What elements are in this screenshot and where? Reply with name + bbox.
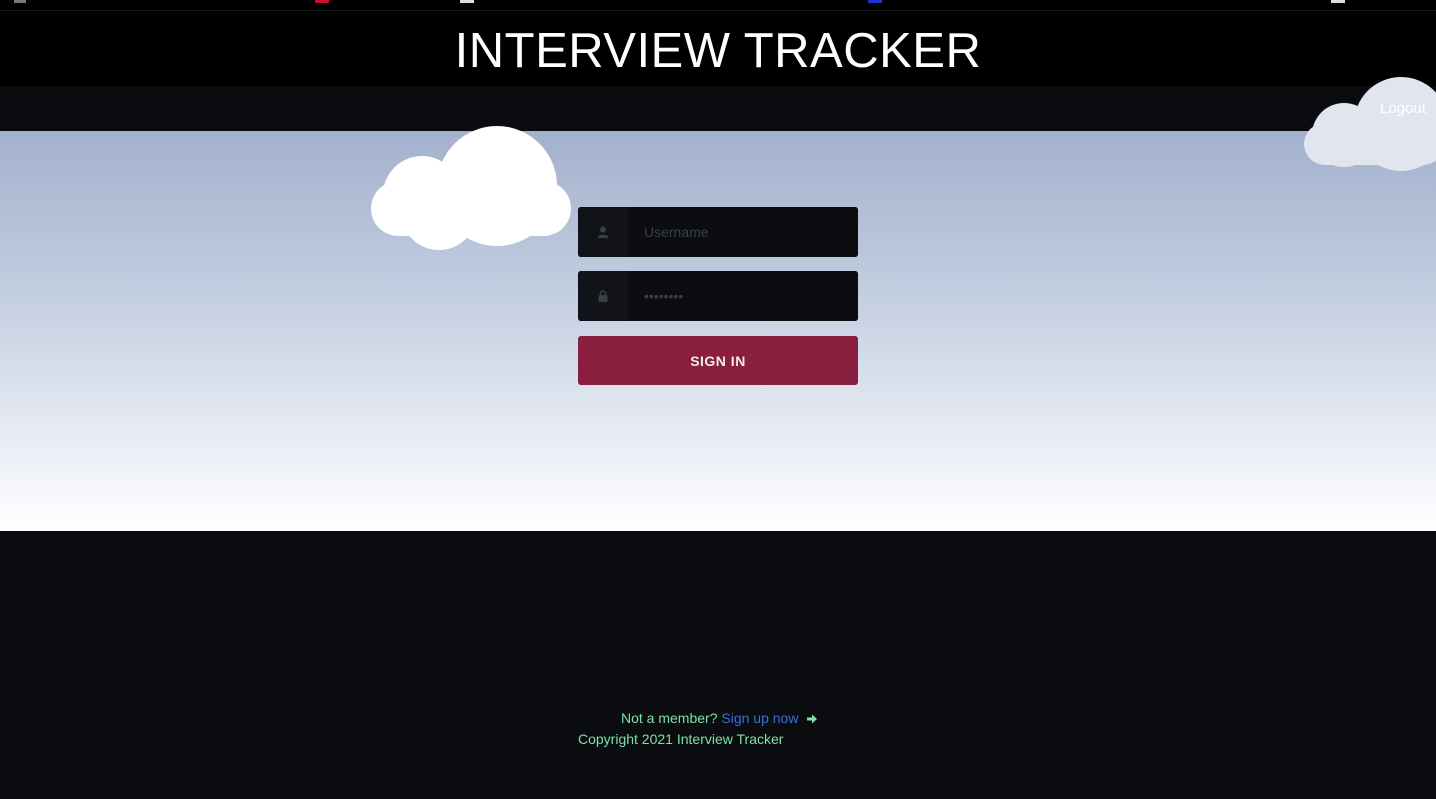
signup-prompt: Not a member? Sign up now — [621, 710, 818, 729]
password-input[interactable] — [628, 271, 858, 321]
strip-mark — [14, 0, 26, 3]
cloud-decoration-small — [1304, 77, 1436, 172]
strip-mark — [868, 0, 882, 3]
cloud-decoration-large — [371, 126, 571, 251]
page-footer — [0, 531, 1436, 799]
login-hero — [0, 126, 1436, 531]
navbar — [0, 86, 1436, 131]
lock-icon — [578, 271, 628, 321]
arrow-right-icon[interactable] — [806, 712, 818, 729]
username-field-group — [578, 207, 858, 257]
user-icon — [578, 207, 628, 257]
sign-in-button[interactable]: SIGN IN — [578, 336, 858, 385]
password-field-group — [578, 271, 858, 321]
strip-mark — [1331, 0, 1345, 3]
browser-bookmarks-strip — [0, 0, 1436, 11]
strip-mark — [460, 0, 474, 3]
page-title: INTERVIEW TRACKER — [454, 24, 982, 78]
not-member-text: Not a member? — [621, 710, 718, 726]
signup-link[interactable]: Sign up now — [721, 710, 798, 726]
logout-link[interactable]: Logout — [1380, 100, 1426, 118]
site-header: INTERVIEW TRACKER — [0, 11, 1436, 86]
copyright-text: Copyright 2021 Interview Tracker — [578, 731, 784, 747]
username-input[interactable] — [628, 207, 858, 257]
strip-mark — [315, 0, 329, 3]
